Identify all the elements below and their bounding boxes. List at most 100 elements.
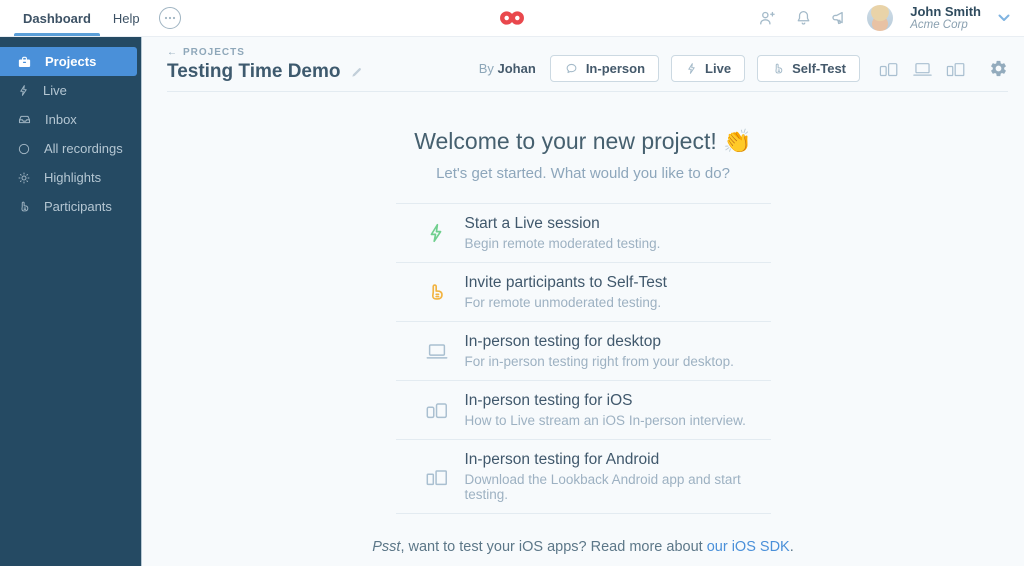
sidebar-item-highlights[interactable]: Highlights xyxy=(0,163,137,192)
settings-gear-icon[interactable] xyxy=(989,59,1008,78)
ios-sdk-link[interactable]: our iOS SDK xyxy=(707,539,790,555)
breadcrumb-label: PROJECTS xyxy=(183,47,245,58)
action-title: Start a Live session xyxy=(464,215,600,232)
breadcrumb[interactable]: ← PROJECTS xyxy=(167,47,245,58)
briefcase-icon xyxy=(18,56,31,67)
footer-text: , want to test your iOS apps? Read more … xyxy=(400,539,707,555)
clapping-hands-emoji: 👏 xyxy=(723,128,752,154)
action-subtitle: Begin remote moderated testing. xyxy=(464,236,661,251)
page-title: Testing Time Demo xyxy=(167,61,341,82)
invite-user-icon[interactable] xyxy=(757,8,777,28)
sidebar-item-label: Live xyxy=(43,83,67,98)
action-title: In-person testing for desktop xyxy=(464,333,661,350)
phone-tablet-android-icon xyxy=(425,466,449,488)
action-title: Invite participants to Self-Test xyxy=(464,274,667,291)
top-nav: Dashboard Help xyxy=(0,0,181,36)
top-bar: Dashboard Help John Smith Acme Corp xyxy=(0,0,1024,37)
lightning-icon xyxy=(20,85,27,96)
welcome-title: Welcome to your new project! 👏 xyxy=(142,128,1024,155)
footer-psst: Psst xyxy=(372,539,401,555)
nav-dashboard-label: Dashboard xyxy=(23,10,91,26)
action-subtitle: For remote unmoderated testing. xyxy=(464,295,662,310)
action-title: In-person testing for Android xyxy=(464,451,660,468)
title-row: Testing Time Demo xyxy=(167,61,364,83)
action-text: In-person testing for iOS How to Live st… xyxy=(465,392,746,428)
button-label: Self-Test xyxy=(792,61,846,76)
sidebar-item-all-recordings[interactable]: All recordings xyxy=(0,134,137,163)
project-header: ← PROJECTS Testing Time Demo By Johan In… xyxy=(142,37,1024,92)
action-in-person-ios[interactable]: In-person testing for iOS How to Live st… xyxy=(395,380,771,439)
user-org: Acme Corp xyxy=(910,18,968,31)
self-test-button[interactable]: Self-Test xyxy=(757,55,860,82)
device-filter-icons xyxy=(878,60,967,78)
infinity-logo-icon xyxy=(500,11,524,25)
user-menu-chevron-down-icon[interactable] xyxy=(998,14,1010,22)
sidebar-item-label: Highlights xyxy=(44,170,102,185)
header-controls: By Johan In-person Live Self-Test xyxy=(479,55,1008,82)
edit-pencil-icon[interactable] xyxy=(350,65,364,79)
top-bar-right: John Smith Acme Corp xyxy=(757,0,1024,36)
sidebar-item-label: Projects xyxy=(45,54,97,69)
sidebar-item-participants[interactable]: Participants xyxy=(0,192,137,221)
user-block[interactable]: John Smith Acme Corp xyxy=(910,3,981,32)
notifications-bell-icon[interactable] xyxy=(794,8,813,28)
lookback-logo[interactable] xyxy=(499,10,526,26)
button-label: Live xyxy=(705,61,732,76)
header-divider xyxy=(167,91,1008,92)
hand-icon xyxy=(425,280,449,304)
action-in-person-desktop[interactable]: In-person testing for desktop For in-per… xyxy=(395,321,771,380)
byline-prefix: By xyxy=(478,61,494,76)
inbox-icon xyxy=(18,115,31,124)
sidebar-item-label: All recordings xyxy=(44,141,123,156)
action-list: Start a Live session Begin remote modera… xyxy=(395,203,771,514)
main-content: ← PROJECTS Testing Time Demo By Johan In… xyxy=(142,37,1024,566)
welcome-title-text: Welcome to your new project! xyxy=(414,128,717,154)
record-circle-icon xyxy=(18,143,30,154)
announcements-megaphone-icon[interactable] xyxy=(830,8,850,28)
action-start-live-session[interactable]: Start a Live session Begin remote modera… xyxy=(395,203,771,262)
action-text: Start a Live session Begin remote modera… xyxy=(465,215,661,251)
action-invite-self-test[interactable]: Invite participants to Self-Test For rem… xyxy=(395,262,771,321)
welcome-subtitle: Let's get started. What would you like t… xyxy=(436,165,730,182)
action-text: In-person testing for Android Download t… xyxy=(465,451,771,502)
lightning-icon xyxy=(425,221,449,245)
byline: By Johan xyxy=(479,61,536,76)
sidebar-item-inbox[interactable]: Inbox xyxy=(0,105,137,134)
sidebar-item-projects[interactable]: Projects xyxy=(0,47,137,76)
action-subtitle: How to Live stream an iOS In-person inte… xyxy=(464,413,746,428)
nav-dashboard[interactable]: Dashboard xyxy=(12,0,102,36)
hand-icon xyxy=(775,63,783,74)
live-button[interactable]: Live xyxy=(671,55,746,82)
sidebar-item-live[interactable]: Live xyxy=(0,76,137,105)
desktop-icon[interactable] xyxy=(911,60,934,78)
user-name: John Smith xyxy=(910,3,981,19)
android-devices-icon[interactable] xyxy=(945,60,967,78)
sidebar-item-label: Inbox xyxy=(45,112,77,127)
laptop-icon xyxy=(425,340,449,362)
sun-icon xyxy=(18,172,30,183)
action-subtitle: For in-person testing right from your de… xyxy=(464,354,734,369)
action-title: In-person testing for iOS xyxy=(464,392,633,409)
action-subtitle: Download the Lookback Android app and st… xyxy=(464,472,741,502)
user-avatar[interactable] xyxy=(867,5,894,31)
phone-tablet-ios-icon xyxy=(425,399,449,421)
nav-help-label: Help xyxy=(112,10,140,26)
footer-period: . xyxy=(789,539,794,555)
nav-help[interactable]: Help xyxy=(102,0,151,36)
lightning-icon xyxy=(688,63,695,74)
speech-bubble-icon xyxy=(566,63,577,74)
action-text: In-person testing for desktop For in-per… xyxy=(465,333,734,369)
button-label: In-person xyxy=(585,61,646,76)
arrow-left-icon: ← xyxy=(167,47,178,58)
welcome-section: Welcome to your new project! 👏 Let's get… xyxy=(142,128,1024,182)
hand-icon xyxy=(21,201,29,212)
ellipsis-icon xyxy=(164,16,175,20)
sidebar: Projects Live Inbox All recordings Highl… xyxy=(0,37,142,566)
byline-name: Johan xyxy=(497,61,536,76)
footer-note: Psst, want to test your iOS apps? Read m… xyxy=(142,539,1024,555)
in-person-button[interactable]: In-person xyxy=(549,55,660,82)
action-in-person-android[interactable]: In-person testing for Android Download t… xyxy=(395,439,771,514)
more-menu-button[interactable] xyxy=(158,7,181,29)
sidebar-item-label: Participants xyxy=(44,199,112,214)
ios-devices-icon[interactable] xyxy=(878,60,900,78)
